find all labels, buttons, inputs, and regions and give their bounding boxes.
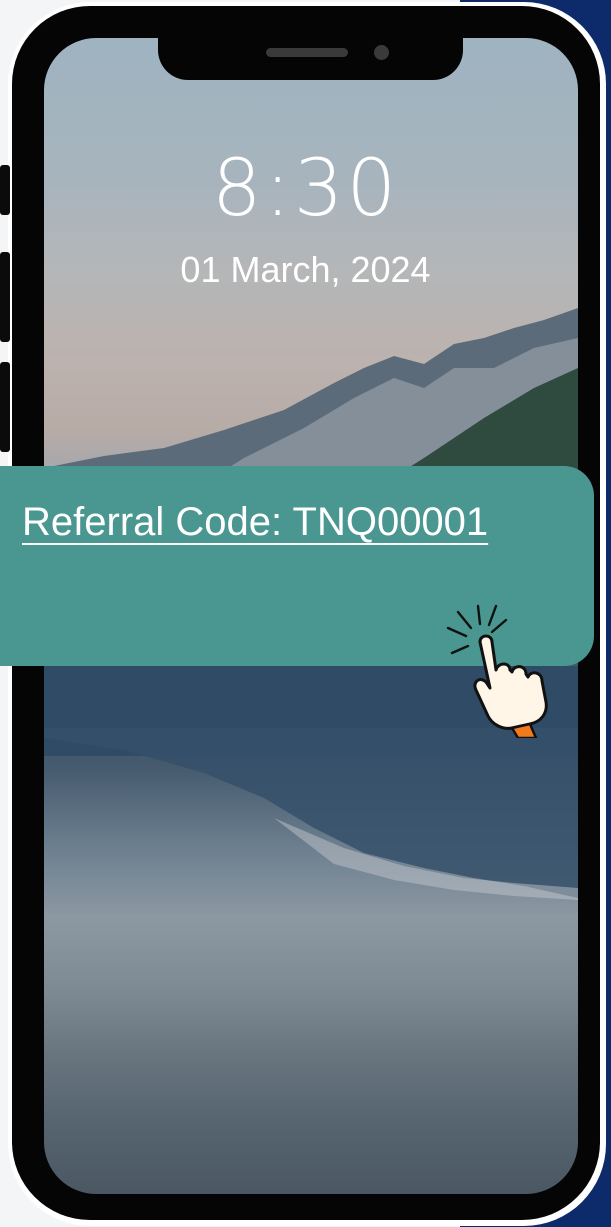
phone-notch — [158, 36, 463, 80]
speaker-grille — [266, 48, 348, 57]
click-burst-lines — [446, 604, 508, 655]
lock-screen-date: 01 March, 2024 — [180, 249, 431, 290]
hand-cuff — [510, 722, 538, 738]
lock-screen-time: 8:30 — [211, 144, 400, 234]
front-camera — [374, 45, 389, 60]
hand-shape — [473, 634, 548, 730]
volume-down-button — [0, 362, 10, 452]
page: 8:30 01 March, 2024 Referral Code: TNQ00… — [0, 0, 611, 1227]
referral-code-link[interactable]: Referral Code: TNQ00001 — [22, 500, 488, 545]
pointing-hand-click-icon — [446, 604, 548, 738]
